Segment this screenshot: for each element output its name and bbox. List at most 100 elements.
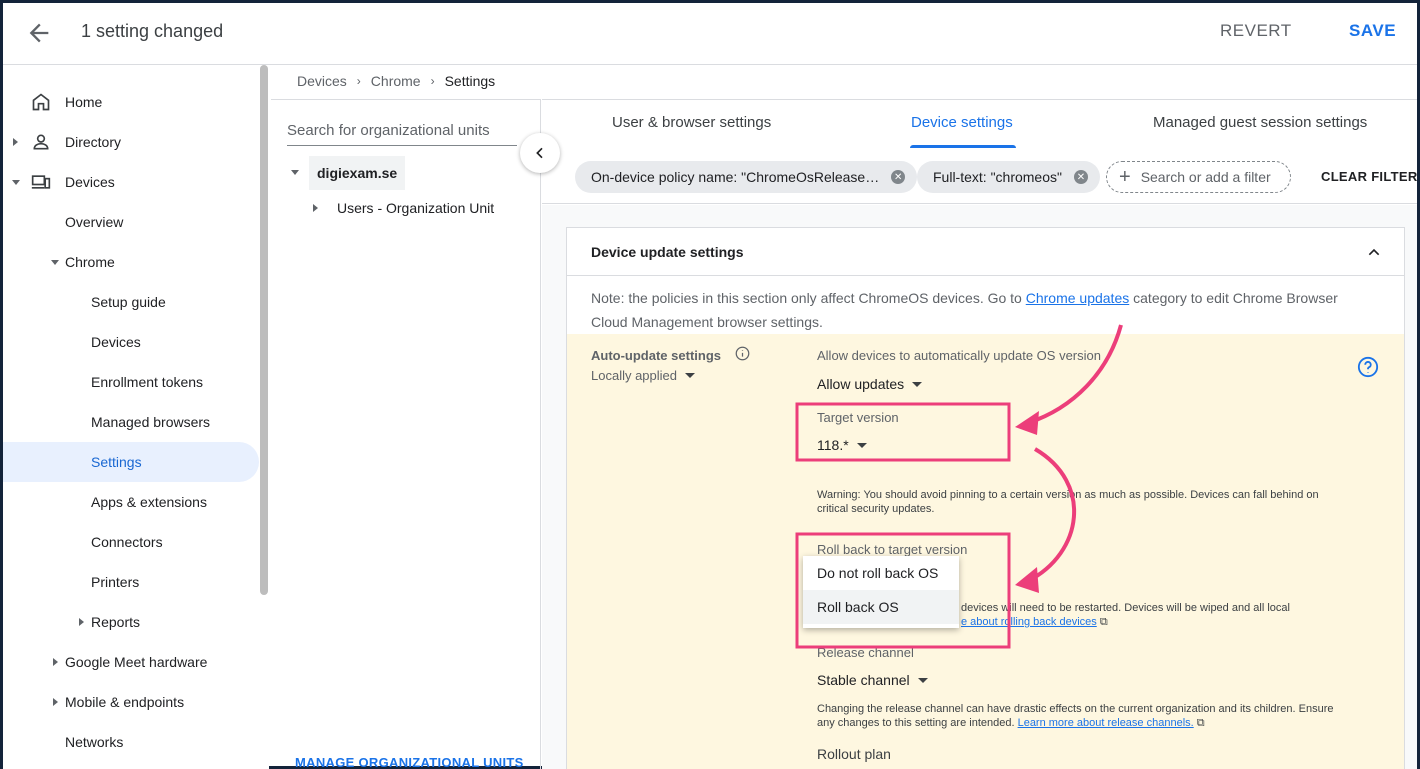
rollback-note-text: devices will need to be restarted. Devic… bbox=[961, 602, 1290, 614]
rollback-label: Roll back to target version bbox=[817, 542, 968, 557]
collapse-icon[interactable] bbox=[291, 170, 299, 175]
release-channel-dropdown[interactable]: Stable channel bbox=[817, 672, 928, 688]
left-navigation: Home Directory Devices Overview Chrome S… bbox=[3, 65, 269, 769]
close-icon[interactable]: ✕ bbox=[1073, 170, 1088, 184]
chip-label: On-device policy name: "ChromeOsRelease… bbox=[591, 169, 880, 185]
locally-applied-dropdown[interactable]: Locally applied bbox=[591, 368, 696, 383]
allow-updates-dropdown[interactable]: Allow updates bbox=[817, 376, 923, 392]
sidebar-item-chrome[interactable]: Chrome bbox=[3, 242, 261, 282]
expand-icon bbox=[13, 138, 18, 146]
page-title: 1 setting changed bbox=[81, 21, 224, 41]
chevron-up-icon[interactable] bbox=[1366, 244, 1382, 260]
filter-chip-full-text[interactable]: Full-text: "chromeos" ✕ bbox=[917, 161, 1100, 193]
sidebar-item-settings[interactable]: Settings bbox=[3, 442, 259, 482]
chrome-updates-link[interactable]: Chrome updates bbox=[1026, 290, 1130, 306]
sidebar-item-managed-browsers[interactable]: Managed browsers bbox=[91, 402, 210, 442]
info-icon[interactable] bbox=[735, 346, 750, 361]
chevron-right-icon: › bbox=[356, 74, 361, 88]
sidebar-item-mobile-endpoints[interactable]: Mobile & endpoints bbox=[3, 682, 261, 722]
plus-icon: + bbox=[1119, 165, 1131, 188]
sidebar-scrollbar[interactable] bbox=[260, 65, 268, 595]
home-icon bbox=[32, 93, 50, 111]
breadcrumb-chrome[interactable]: Chrome bbox=[371, 73, 421, 89]
org-root-item[interactable]: digiexam.se bbox=[309, 156, 406, 190]
manage-org-units-link[interactable]: MANAGE ORGANIZATIONAL UNITS bbox=[295, 755, 524, 769]
card-title: Device update settings bbox=[591, 244, 744, 260]
save-button[interactable]: SAVE bbox=[1349, 21, 1396, 41]
sidebar-item-label: Chrome bbox=[65, 254, 115, 270]
option-roll-back[interactable]: Roll back OS bbox=[803, 590, 959, 624]
device-update-settings-card: Device update settings Note: the policie… bbox=[566, 227, 1405, 769]
sidebar-item-chrome-devices[interactable]: Devices bbox=[91, 322, 141, 362]
release-channel-label: Release channel bbox=[817, 645, 914, 660]
expand-icon bbox=[79, 618, 84, 626]
caret-down-icon bbox=[685, 373, 696, 378]
sidebar-item-directory[interactable]: Directory bbox=[3, 122, 261, 162]
close-icon[interactable]: ✕ bbox=[891, 170, 906, 184]
expand-icon bbox=[53, 698, 58, 706]
collapse-icon bbox=[51, 260, 59, 265]
sidebar-item-label: Reports bbox=[91, 614, 141, 630]
tab-user-browser-settings[interactable]: User & browser settings bbox=[612, 114, 771, 131]
sidebar-item-google-meet-hardware[interactable]: Google Meet hardware bbox=[3, 642, 261, 682]
option-do-not-roll-back[interactable]: Do not roll back OS bbox=[803, 556, 959, 590]
sidebar-item-label: Directory bbox=[65, 134, 122, 150]
org-child-item[interactable]: Users - Organization Unit bbox=[337, 200, 494, 216]
expand-icon bbox=[53, 658, 58, 666]
org-unit-panel: digiexam.se Users - Organization Unit MA… bbox=[271, 99, 541, 769]
sidebar-item-printers[interactable]: Printers bbox=[91, 562, 139, 602]
sidebar-item-connectors[interactable]: Connectors bbox=[91, 522, 163, 562]
learn-rollback-link[interactable]: e about rolling back devices bbox=[961, 616, 1097, 628]
org-search-input[interactable] bbox=[287, 122, 517, 146]
release-channel-note: Changing the release channel can have dr… bbox=[817, 702, 1337, 730]
help-icon[interactable] bbox=[1357, 356, 1379, 378]
card-note: Note: the policies in this section only … bbox=[591, 286, 1361, 334]
learn-release-channels-link[interactable]: Learn more about release channels. bbox=[1018, 717, 1194, 729]
target-version-label: Target version bbox=[817, 410, 899, 425]
sidebar-item-reports[interactable]: Reports bbox=[3, 602, 261, 642]
sidebar-item-networks[interactable]: Networks bbox=[65, 722, 123, 762]
locally-applied-label: Locally applied bbox=[591, 368, 678, 383]
sidebar-item-label: Mobile & endpoints bbox=[65, 694, 185, 710]
breadcrumb: Devices › Chrome › Settings bbox=[297, 73, 495, 89]
clear-filters-button[interactable]: CLEAR FILTERS bbox=[1321, 169, 1417, 184]
note-text: Note: the policies in this section only … bbox=[591, 290, 1026, 306]
dropdown-value: 118.* bbox=[817, 437, 849, 453]
target-version-dropdown[interactable]: 118.* bbox=[817, 437, 867, 453]
tab-managed-guest-session[interactable]: Managed guest session settings bbox=[1153, 114, 1367, 131]
target-version-warning: Warning: You should avoid pinning to a c… bbox=[817, 489, 1319, 515]
collapse-icon bbox=[12, 180, 20, 185]
filter-chip-policy-name[interactable]: On-device policy name: "ChromeOsRelease…… bbox=[575, 161, 918, 193]
rollback-options-menu: Do not roll back OS Roll back OS bbox=[803, 556, 959, 628]
dropdown-value: Stable channel bbox=[817, 672, 910, 688]
sidebar-item-home[interactable]: Home bbox=[3, 82, 261, 122]
breadcrumb-devices[interactable]: Devices bbox=[297, 73, 347, 89]
expand-icon[interactable] bbox=[313, 204, 318, 212]
tab-device-settings[interactable]: Device settings bbox=[911, 114, 1013, 131]
dropdown-value: Allow updates bbox=[817, 376, 905, 392]
allow-updates-label: Allow devices to automatically update OS… bbox=[817, 348, 1101, 363]
chevron-right-icon: › bbox=[430, 74, 435, 88]
add-filter-input[interactable]: + Search or add a filter bbox=[1106, 161, 1291, 193]
revert-button[interactable]: REVERT bbox=[1220, 21, 1292, 41]
sidebar-item-label: Devices bbox=[65, 174, 115, 190]
sidebar-item-apps-extensions[interactable]: Apps & extensions bbox=[91, 482, 207, 522]
caret-down-icon bbox=[917, 677, 928, 683]
breadcrumb-settings: Settings bbox=[444, 73, 496, 89]
rollback-note: devices will need to be restarted. Devic… bbox=[961, 601, 1341, 629]
back-arrow-icon[interactable] bbox=[25, 19, 53, 47]
sidebar-item-devices[interactable]: Devices bbox=[3, 162, 261, 202]
person-icon bbox=[33, 134, 49, 150]
sidebar-item-overview[interactable]: Overview bbox=[65, 202, 123, 242]
devices-icon bbox=[31, 175, 51, 189]
sidebar-item-label: Home bbox=[65, 94, 103, 110]
add-filter-placeholder: Search or add a filter bbox=[1140, 169, 1271, 185]
collapse-panel-button[interactable] bbox=[520, 133, 560, 173]
caret-down-icon bbox=[856, 442, 867, 448]
top-bar: 1 setting changed REVERT SAVE bbox=[3, 3, 1417, 65]
sidebar-item-enrollment-tokens[interactable]: Enrollment tokens bbox=[91, 362, 203, 402]
auto-update-settings-row: Auto-update settings Locally applied All… bbox=[567, 334, 1404, 769]
sidebar-item-setup-guide[interactable]: Setup guide bbox=[91, 282, 166, 322]
chevron-left-icon bbox=[536, 147, 543, 159]
card-header[interactable]: Device update settings bbox=[567, 228, 1404, 276]
